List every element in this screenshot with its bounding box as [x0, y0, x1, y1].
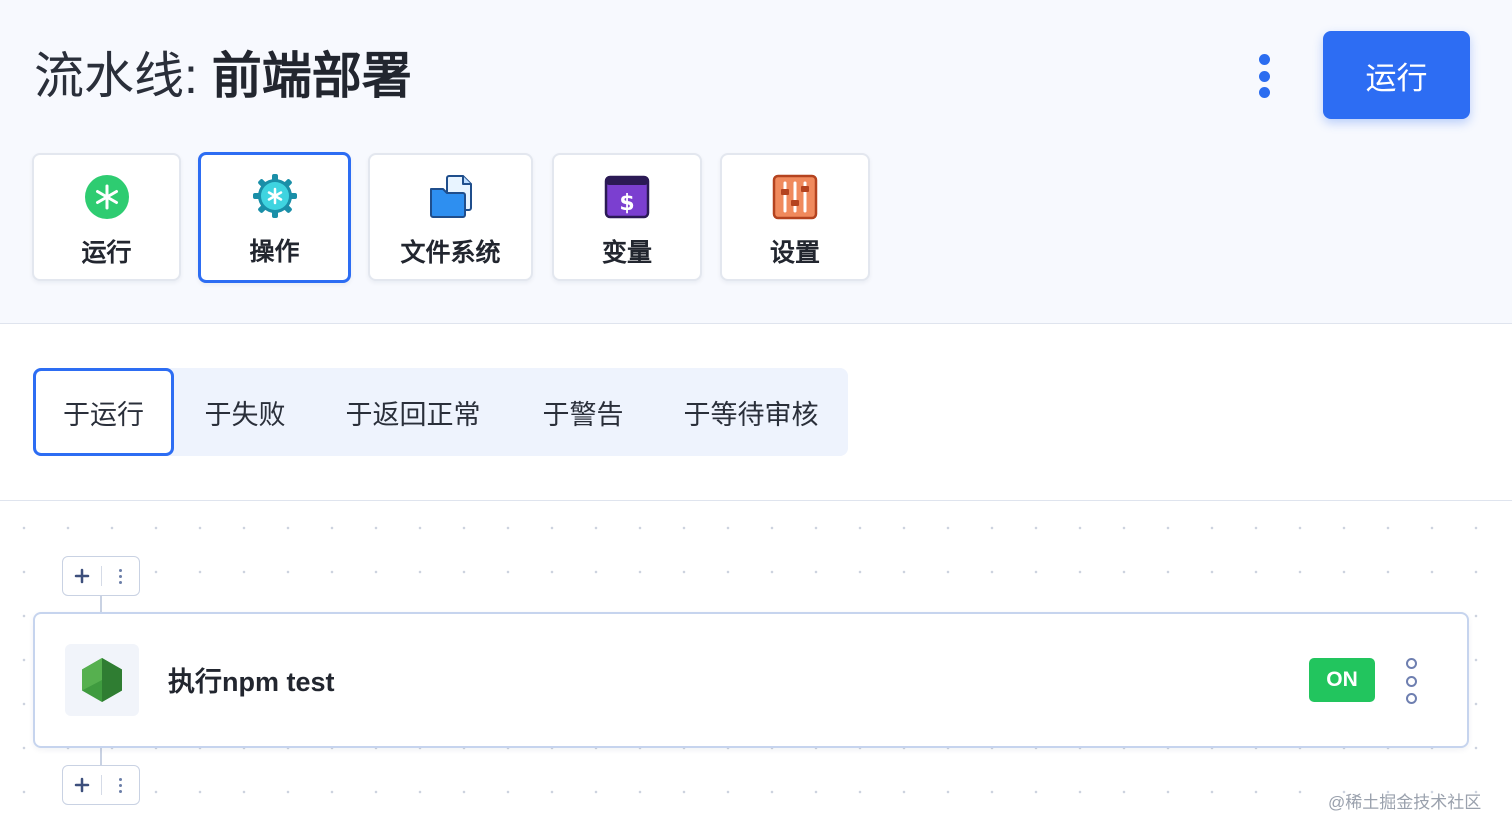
tool-card-label: 运行 [81, 239, 132, 267]
cog-icon [251, 172, 299, 220]
sliders-icon [771, 173, 819, 221]
step-name: 执行npm test [168, 667, 335, 697]
tool-card-label: 变量 [601, 239, 652, 267]
kebab-dot [119, 580, 122, 584]
more-options-icon[interactable] [1248, 48, 1280, 104]
tool-card-label: 操作 [249, 238, 300, 266]
files-icon [427, 173, 475, 221]
asterisk-icon [83, 173, 131, 221]
tool-card-filesystem[interactable]: 文件系统 [368, 153, 533, 281]
kebab-dot [119, 568, 122, 572]
tool-card-label: 设置 [769, 239, 820, 267]
pipeline-name: 前端部署 [211, 48, 412, 104]
insert-toolbar-bottom [62, 765, 140, 805]
add-step-button[interactable] [63, 766, 101, 804]
pipeline-header: 流水线: 前端部署 运行 运行 操作 文件系统 $ 变量 设置 [0, 0, 1512, 324]
kebab-dot [119, 777, 122, 781]
kebab-dot [1258, 70, 1270, 82]
plus-icon [74, 777, 90, 793]
plus-icon [74, 568, 90, 584]
add-step-button[interactable] [63, 557, 101, 595]
nodejs-icon [65, 644, 139, 716]
dollar-icon: $ [603, 173, 651, 221]
tool-card-actions[interactable]: 操作 [198, 152, 351, 283]
tool-card-variables[interactable]: $ 变量 [552, 153, 702, 281]
connector-line [100, 595, 102, 613]
kebab-dot [119, 789, 122, 793]
watermark: @稀土掘金技术社区 [1328, 793, 1482, 812]
kebab-dot [1405, 693, 1417, 704]
run-pipeline-button[interactable]: 运行 [1323, 31, 1470, 119]
tab-on-approval[interactable]: 于等待审核 [668, 368, 834, 456]
kebab-dot [1258, 54, 1270, 65]
tab-on-run[interactable]: 于运行 [33, 368, 174, 456]
tab-on-warning[interactable]: 于警告 [524, 368, 642, 456]
step-toggle[interactable]: ON [1309, 658, 1375, 702]
tool-card-run[interactable]: 运行 [32, 153, 181, 281]
more-options-icon[interactable] [102, 766, 139, 804]
tool-card-settings[interactable]: 设置 [720, 153, 870, 281]
step-card[interactable]: 执行npm test ON [33, 612, 1469, 748]
tab-on-failure[interactable]: 于失败 [186, 368, 304, 456]
svg-text:$: $ [619, 191, 634, 216]
insert-toolbar-top [62, 556, 140, 596]
kebab-dot [1405, 675, 1417, 687]
kebab-dot [119, 574, 122, 578]
kebab-dot [1405, 658, 1417, 669]
more-options-icon[interactable] [102, 557, 139, 595]
kebab-dot [1258, 87, 1270, 98]
page-title: 流水线: 前端部署 [34, 44, 412, 108]
kebab-dot [119, 783, 122, 787]
connector-line [100, 747, 102, 765]
title-prefix: 流水线: [34, 48, 212, 104]
tool-card-label: 文件系统 [400, 239, 501, 267]
more-options-icon[interactable] [1399, 658, 1423, 704]
tab-on-recovery[interactable]: 于返回正常 [328, 368, 498, 456]
